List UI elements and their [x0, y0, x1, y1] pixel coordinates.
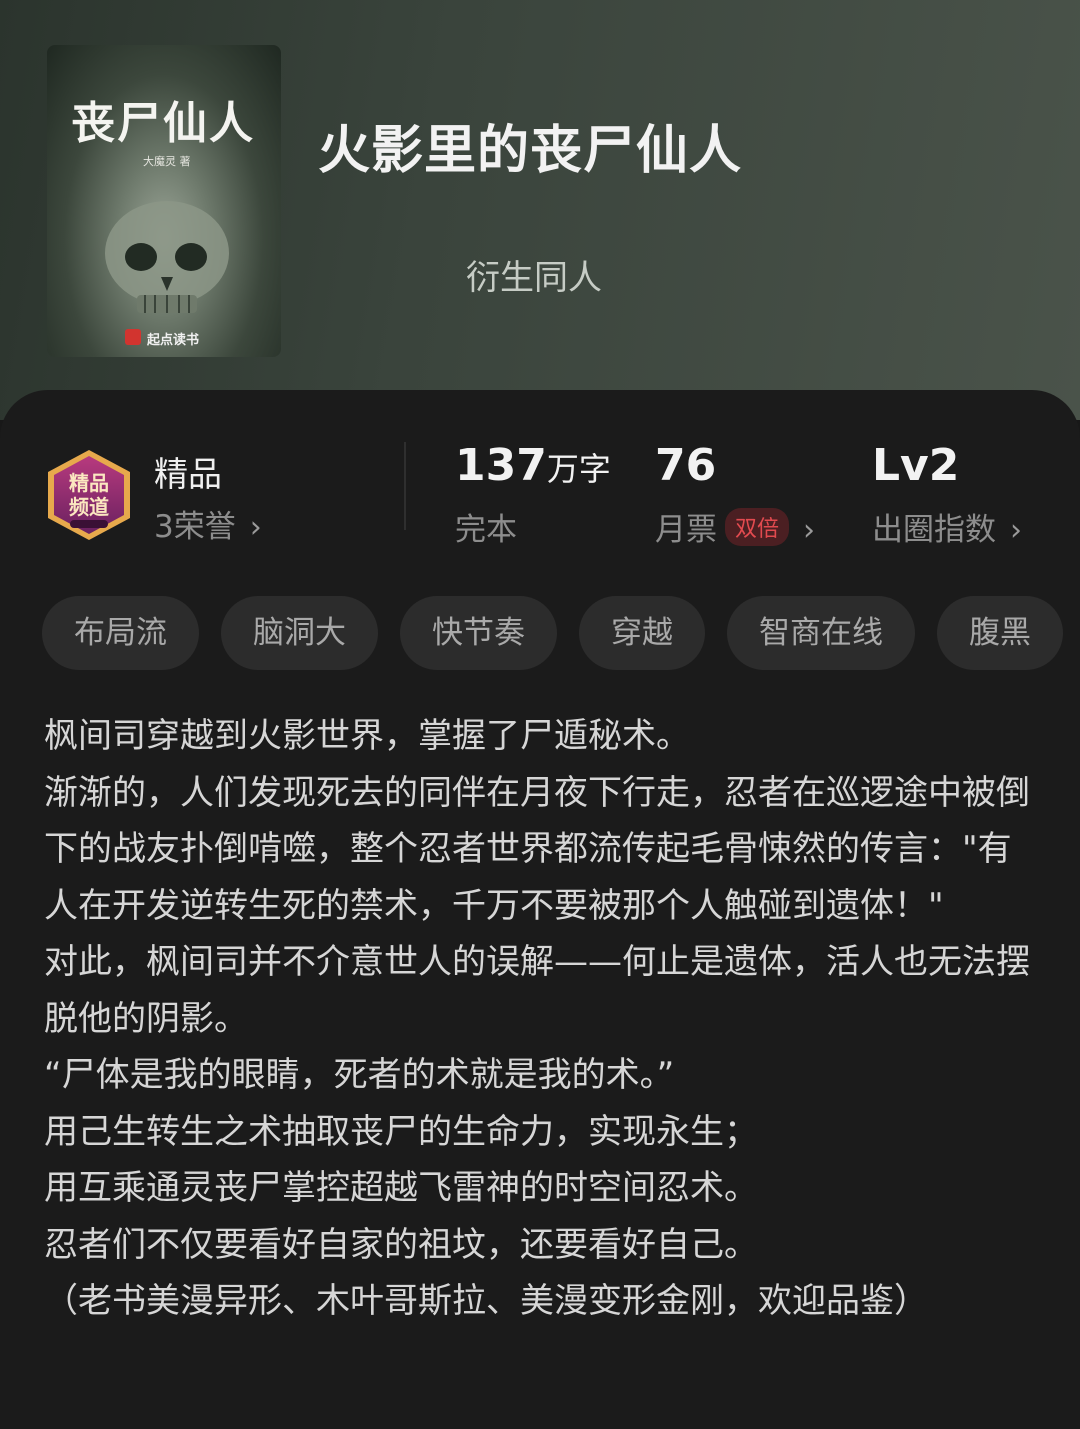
tag-chip[interactable]: 腹黑	[937, 596, 1063, 670]
premium-badge-icon[interactable]: 精品 频道	[44, 448, 134, 542]
double-badge: 双倍	[725, 508, 790, 546]
book-title: 火影里的丧尸仙人	[318, 120, 743, 181]
description-paragraph: “尸体是我的眼睛，死者的术就是我的术。”	[44, 1055, 675, 1095]
description-paragraph: 渐渐的，人们发现死去的同伴在月夜下行走，忍者在巡逻途中被倒下的战友扑倒啃噬，整个…	[44, 772, 1030, 926]
svg-text:频道: 频道	[69, 495, 109, 519]
tag-chip[interactable]: 快节奏	[400, 596, 557, 670]
description-paragraph: 忍者们不仅要看好自家的祖坟，还要看好自己。	[44, 1224, 758, 1265]
tag-chip[interactable]: 布局流	[42, 596, 199, 670]
popularity-level: Lv2	[872, 440, 960, 491]
description-paragraph: 用己生转生之术抽取丧尸的生命力，实现永生；	[44, 1111, 758, 1152]
divider	[404, 442, 406, 530]
publisher-logo-icon	[125, 329, 141, 345]
cover-title: 丧尸仙人	[71, 98, 255, 149]
skull-illustration	[105, 201, 229, 313]
description-paragraph: 枫间司穿越到火影世界，掌握了尸遁秘术。	[44, 716, 690, 756]
status-label: 完本	[455, 512, 517, 548]
popularity-index-link[interactable]: 出圈指数 ›	[872, 504, 1022, 549]
tag-chip[interactable]: 智商在线	[727, 596, 915, 670]
chevron-right-icon: ›	[249, 510, 262, 545]
book-description: 枫间司穿越到火影世界，掌握了尸遁秘术。 渐渐的，人们发现死去的同伴在月夜下行走，…	[44, 708, 1044, 1330]
description-paragraph: （老书美漫异形、木叶哥斯拉、美漫变形金刚，欢迎品鉴）	[44, 1281, 928, 1321]
tag-list: 布局流 脑洞大 快节奏 穿越 智商在线 腹黑	[42, 596, 1080, 670]
chevron-right-icon: ›	[1010, 513, 1022, 548]
monthly-ticket-count: 76	[655, 440, 717, 491]
tag-chip[interactable]: 脑洞大	[221, 596, 378, 670]
description-paragraph: 对此，枫间司并不介意世人的误解——何止是遗体，活人也无法摆脱他的阴影。	[44, 942, 1030, 1039]
tag-chip[interactable]: 穿越	[579, 596, 705, 670]
book-header: 丧尸仙人 大魔灵 著 起点读书 火影里的丧尸仙人 衍生同人	[0, 0, 1080, 420]
book-cover[interactable]: 丧尸仙人 大魔灵 著 起点读书	[47, 45, 281, 357]
svg-text:精品: 精品	[69, 471, 109, 495]
description-paragraph: 用互乘通灵丧尸掌控超越飞雷神的时空间忍术。	[44, 1168, 758, 1208]
word-count: 137万字	[455, 440, 611, 491]
monthly-ticket-label: 月票	[655, 512, 717, 548]
popularity-index-label: 出圈指数	[872, 512, 996, 548]
monthly-ticket-link[interactable]: 月票 双倍 ›	[655, 504, 815, 549]
book-category[interactable]: 衍生同人	[466, 250, 602, 299]
honor-name: 精品	[154, 455, 222, 495]
cover-author: 大魔灵 著	[143, 155, 191, 168]
chevron-right-icon: ›	[803, 513, 816, 548]
honor-count: 3荣誉	[154, 509, 236, 545]
honor-count-link[interactable]: 3荣誉 ›	[154, 501, 262, 546]
